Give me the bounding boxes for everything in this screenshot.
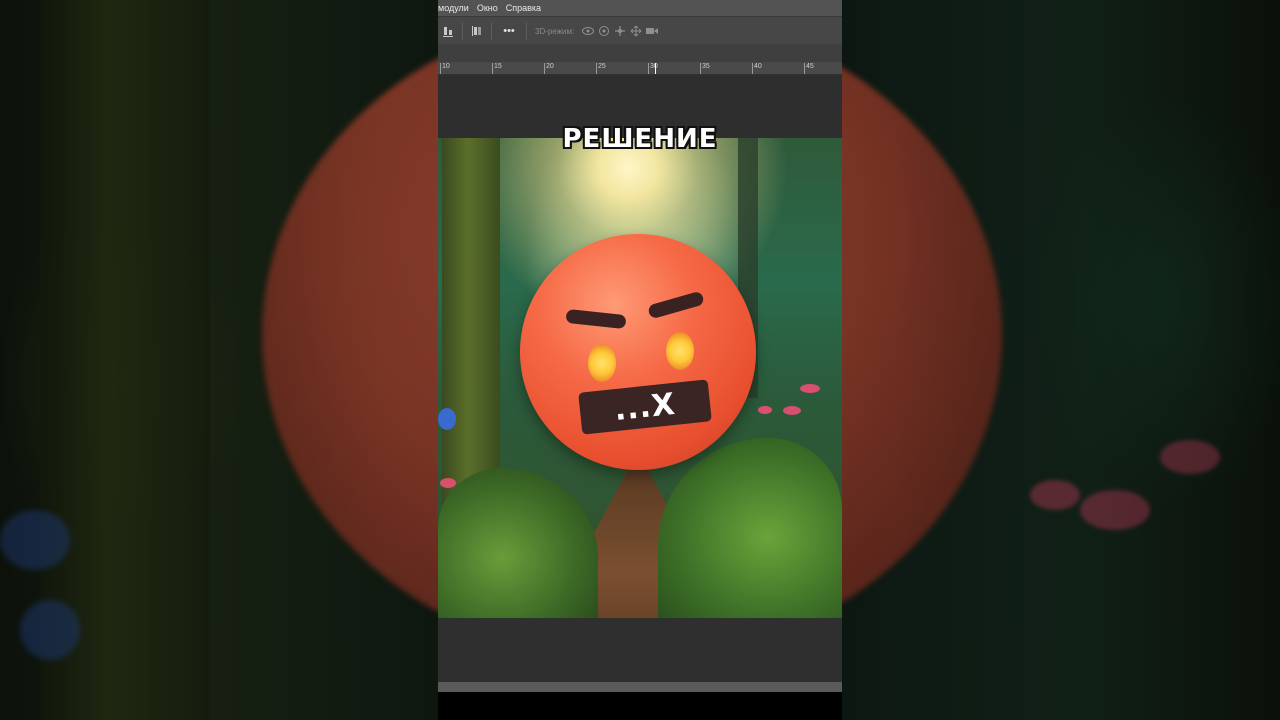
align-left-icon[interactable] — [469, 23, 485, 39]
right-eyebrow — [647, 290, 705, 320]
flower — [758, 406, 772, 414]
align-bottom-icon[interactable] — [440, 23, 456, 39]
flower — [800, 384, 820, 393]
slide-3d-icon[interactable] — [628, 23, 644, 39]
ruler-label: 20 — [546, 63, 554, 70]
toolbar-divider — [462, 22, 463, 40]
video-caption: РЕШЕНИЕ — [562, 124, 718, 154]
left-eye — [588, 344, 616, 382]
horizontal-scrollbar[interactable] — [438, 682, 842, 692]
editor-window: модули Окно Справка ••• 3D-режим: 10 15 … — [438, 0, 842, 720]
flower — [783, 406, 801, 415]
tape-text: ...X — [612, 386, 678, 428]
forest-plants-left — [438, 468, 598, 618]
ruler-label: 15 — [494, 63, 502, 70]
ruler-tick — [648, 63, 649, 74]
menu-item-plugins[interactable]: модули — [438, 0, 469, 16]
menu-item-help[interactable]: Справка — [506, 0, 541, 16]
document-tab-strip — [438, 44, 842, 62]
ruler-tick — [596, 63, 597, 74]
roll-3d-icon[interactable] — [596, 23, 612, 39]
ruler-label: 25 — [598, 63, 606, 70]
ruler-tick — [492, 63, 493, 74]
right-eye — [666, 332, 694, 370]
forest-plants-right — [658, 438, 842, 618]
toolbar-divider — [526, 22, 527, 40]
pan-3d-icon[interactable] — [612, 23, 628, 39]
horizontal-ruler: 10 15 20 25 30 35 40 45 — [438, 62, 842, 75]
ruler-label: 40 — [754, 63, 762, 70]
ruler-tick — [804, 63, 805, 74]
left-eyebrow — [565, 308, 627, 330]
ruler-label: 45 — [806, 63, 814, 70]
blue-flower — [438, 408, 456, 430]
scale-3d-icon[interactable] — [644, 23, 660, 39]
ruler-cursor-marker — [655, 63, 656, 74]
pasteboard-bottom — [438, 618, 842, 682]
rotate-3d-icon[interactable] — [580, 23, 596, 39]
bottom-bar — [438, 692, 842, 720]
more-icon[interactable]: ••• — [498, 23, 520, 39]
ruler-tick — [700, 63, 701, 74]
ruler-tick — [544, 63, 545, 74]
menu-item-window[interactable]: Окно — [477, 0, 498, 16]
mouth-tape: ...X — [578, 379, 712, 435]
flower — [440, 478, 456, 488]
ruler-tick — [440, 63, 441, 74]
toolbar-divider — [491, 22, 492, 40]
options-bar: ••• 3D-режим: — [438, 16, 842, 45]
ruler-label: 30 — [650, 63, 658, 70]
ruler-tick — [752, 63, 753, 74]
angry-emoji: ...X — [520, 234, 756, 470]
ruler-label: 35 — [702, 63, 710, 70]
menu-bar: модули Окно Справка — [438, 0, 842, 16]
3d-mode-label: 3D-режим: — [535, 26, 575, 36]
image-canvas[interactable]: ...X — [438, 138, 842, 618]
ruler-label: 10 — [442, 63, 450, 70]
